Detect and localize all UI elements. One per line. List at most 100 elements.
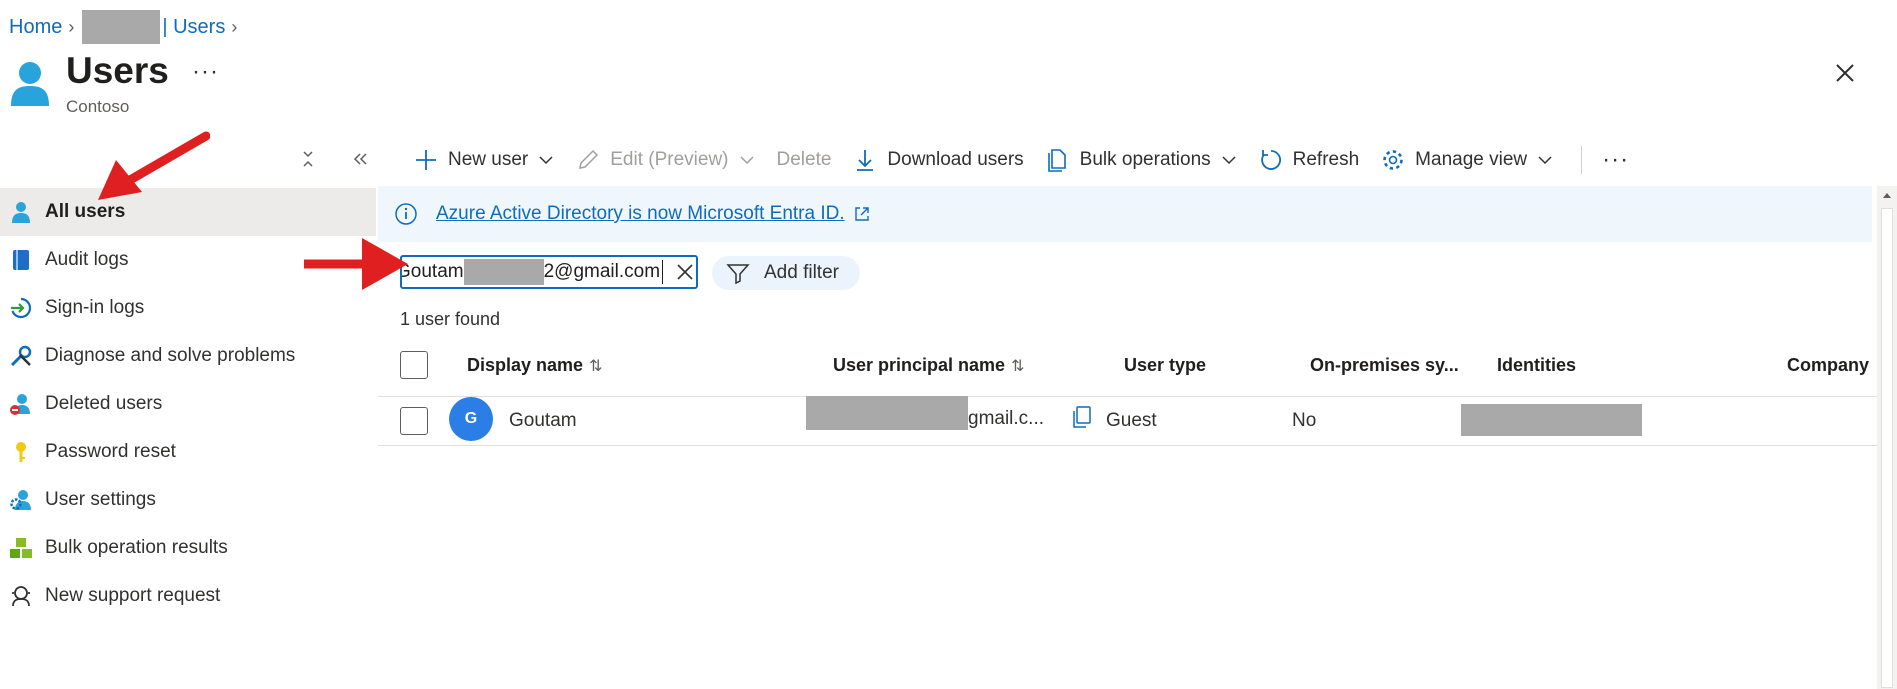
- sort-icon: ⇅: [1011, 357, 1025, 375]
- breadcrumb-home[interactable]: Home: [9, 16, 62, 39]
- search-input-box[interactable]: Goutam 2@gmail.com: [400, 255, 698, 289]
- user-settings-icon: [10, 490, 31, 510]
- sidebar-item-label: New support request: [45, 585, 221, 606]
- refresh-icon: [1260, 150, 1281, 170]
- bulk-operations-button[interactable]: Bulk operations: [1046, 148, 1237, 172]
- gear-icon: [1383, 150, 1403, 170]
- delete-label: Delete: [776, 149, 832, 170]
- column-header-upn[interactable]: User principal name ⇅: [833, 355, 1024, 376]
- scrollbar-thumb[interactable]: [1881, 208, 1893, 688]
- pencil-icon: [579, 149, 599, 169]
- info-banner: Azure Active Directory is now Microsoft …: [378, 186, 1872, 242]
- sidebar-item-deleted-users[interactable]: Deleted users: [0, 380, 376, 428]
- plus-icon: [416, 150, 436, 170]
- header-divider: [378, 396, 1877, 397]
- sign-in-icon: [11, 297, 32, 319]
- add-filter-label: Add filter: [764, 262, 839, 283]
- command-bar: New user Edit (Preview) Delete Download …: [414, 142, 1651, 178]
- annotation-arrow-all-users: [98, 131, 210, 200]
- redacted-email: [463, 259, 544, 285]
- sidebar-item-bulk-results[interactable]: Bulk operation results: [0, 524, 376, 572]
- manage-view-label: Manage view: [1415, 149, 1528, 170]
- column-header-label: Display name: [467, 355, 584, 375]
- column-header-display-name[interactable]: Display name ⇅: [467, 355, 602, 376]
- user-type-value: Guest: [1106, 410, 1157, 431]
- result-count: 1 user found: [400, 309, 501, 329]
- download-users-button[interactable]: Download users: [853, 148, 1024, 172]
- support-icon: [12, 586, 30, 607]
- wrench-icon: [10, 345, 32, 367]
- sidebar-item-label: Audit logs: [45, 249, 129, 270]
- column-header-user-type[interactable]: User type: [1124, 355, 1206, 376]
- annotation-arrow-search: [304, 238, 408, 290]
- toolbar-divider: [1581, 146, 1583, 174]
- chevron-right-icon: ›: [68, 16, 75, 37]
- column-header-label: User principal name: [833, 355, 1006, 375]
- copy-icon[interactable]: [1071, 405, 1093, 429]
- edit-preview-button[interactable]: Edit (Preview): [576, 148, 754, 172]
- sidebar-item-label: Bulk operation results: [45, 537, 228, 558]
- sidebar-item-label: User settings: [45, 489, 156, 510]
- sidebar-item-diagnose[interactable]: Diagnose and solve problems: [0, 332, 376, 380]
- redacted-identities: [1461, 404, 1642, 436]
- filter-icon: [726, 264, 750, 285]
- redacted-upn: [806, 396, 968, 430]
- chevron-down-icon: [539, 156, 553, 165]
- sort-icon: ⇅: [589, 357, 603, 375]
- row-divider: [378, 445, 1877, 446]
- user-display-name-link[interactable]: Goutam: [509, 410, 577, 432]
- bulk-document-icon: [1047, 149, 1066, 172]
- collapse-sidebar-icon[interactable]: [352, 150, 368, 168]
- edit-preview-label: Edit (Preview): [610, 149, 729, 170]
- refresh-button[interactable]: Refresh: [1259, 148, 1360, 172]
- manage-view-button[interactable]: Manage view: [1381, 148, 1553, 172]
- page-title: Users: [66, 50, 169, 91]
- breadcrumb: Home › | Users ›: [9, 10, 243, 44]
- avatar: G: [449, 397, 493, 441]
- sidebar-item-support[interactable]: New support request: [0, 572, 376, 620]
- sidebar-item-label: Diagnose and solve problems: [45, 345, 296, 366]
- new-user-label: New user: [448, 149, 529, 170]
- redacted-tenant: [82, 10, 161, 44]
- refresh-label: Refresh: [1292, 149, 1360, 170]
- users-page-icon: [11, 62, 49, 106]
- on-premises-value: No: [1292, 410, 1317, 431]
- sidebar-item-user-settings[interactable]: User settings: [0, 476, 376, 524]
- add-filter-button[interactable]: Add filter: [712, 256, 860, 290]
- chevron-down-icon: [739, 156, 754, 165]
- column-header-on-premises[interactable]: On-premises sy...: [1310, 355, 1459, 376]
- select-all-checkbox[interactable]: [400, 351, 428, 379]
- new-user-button[interactable]: New user: [414, 148, 554, 172]
- external-link-icon[interactable]: [853, 205, 871, 223]
- scroll-up-icon[interactable]: [1882, 190, 1892, 200]
- sidebar-item-label: Deleted users: [45, 393, 163, 414]
- text-cursor: [662, 260, 664, 284]
- sidebar-item-password-reset[interactable]: Password reset: [0, 428, 376, 476]
- chevron-down-icon: [1222, 156, 1236, 165]
- sidebar-item-label: Password reset: [45, 441, 176, 462]
- book-icon: [13, 250, 29, 270]
- bulk-operations-label: Bulk operations: [1079, 149, 1211, 170]
- user-icon: [12, 202, 30, 223]
- breadcrumb-users[interactable]: | Users: [162, 16, 225, 39]
- more-commands-button[interactable]: ···: [1602, 146, 1629, 174]
- column-header-identities[interactable]: Identities: [1497, 355, 1576, 376]
- vertical-scrollbar[interactable]: [1877, 186, 1897, 689]
- clear-search-icon[interactable]: [675, 262, 695, 282]
- chevron-down-icon: [1538, 156, 1552, 165]
- deleted-user-icon: [10, 394, 30, 415]
- download-icon: [857, 150, 874, 171]
- delete-button[interactable]: Delete: [777, 149, 832, 171]
- collapse-all-icon[interactable]: [300, 150, 316, 168]
- cubes-icon: [10, 538, 32, 558]
- download-users-label: Download users: [887, 149, 1024, 170]
- column-header-company[interactable]: Company: [1787, 355, 1869, 376]
- page-subtitle: Contoso: [66, 97, 130, 116]
- entra-id-link[interactable]: Azure Active Directory is now Microsoft …: [436, 203, 845, 225]
- chevron-right-icon: ›: [231, 16, 238, 37]
- more-options-button[interactable]: ···: [192, 58, 219, 86]
- close-icon[interactable]: [1830, 58, 1860, 88]
- info-icon: [395, 203, 417, 225]
- row-checkbox[interactable]: [400, 407, 428, 435]
- user-principal-name: gmail.c...: [968, 408, 1045, 429]
